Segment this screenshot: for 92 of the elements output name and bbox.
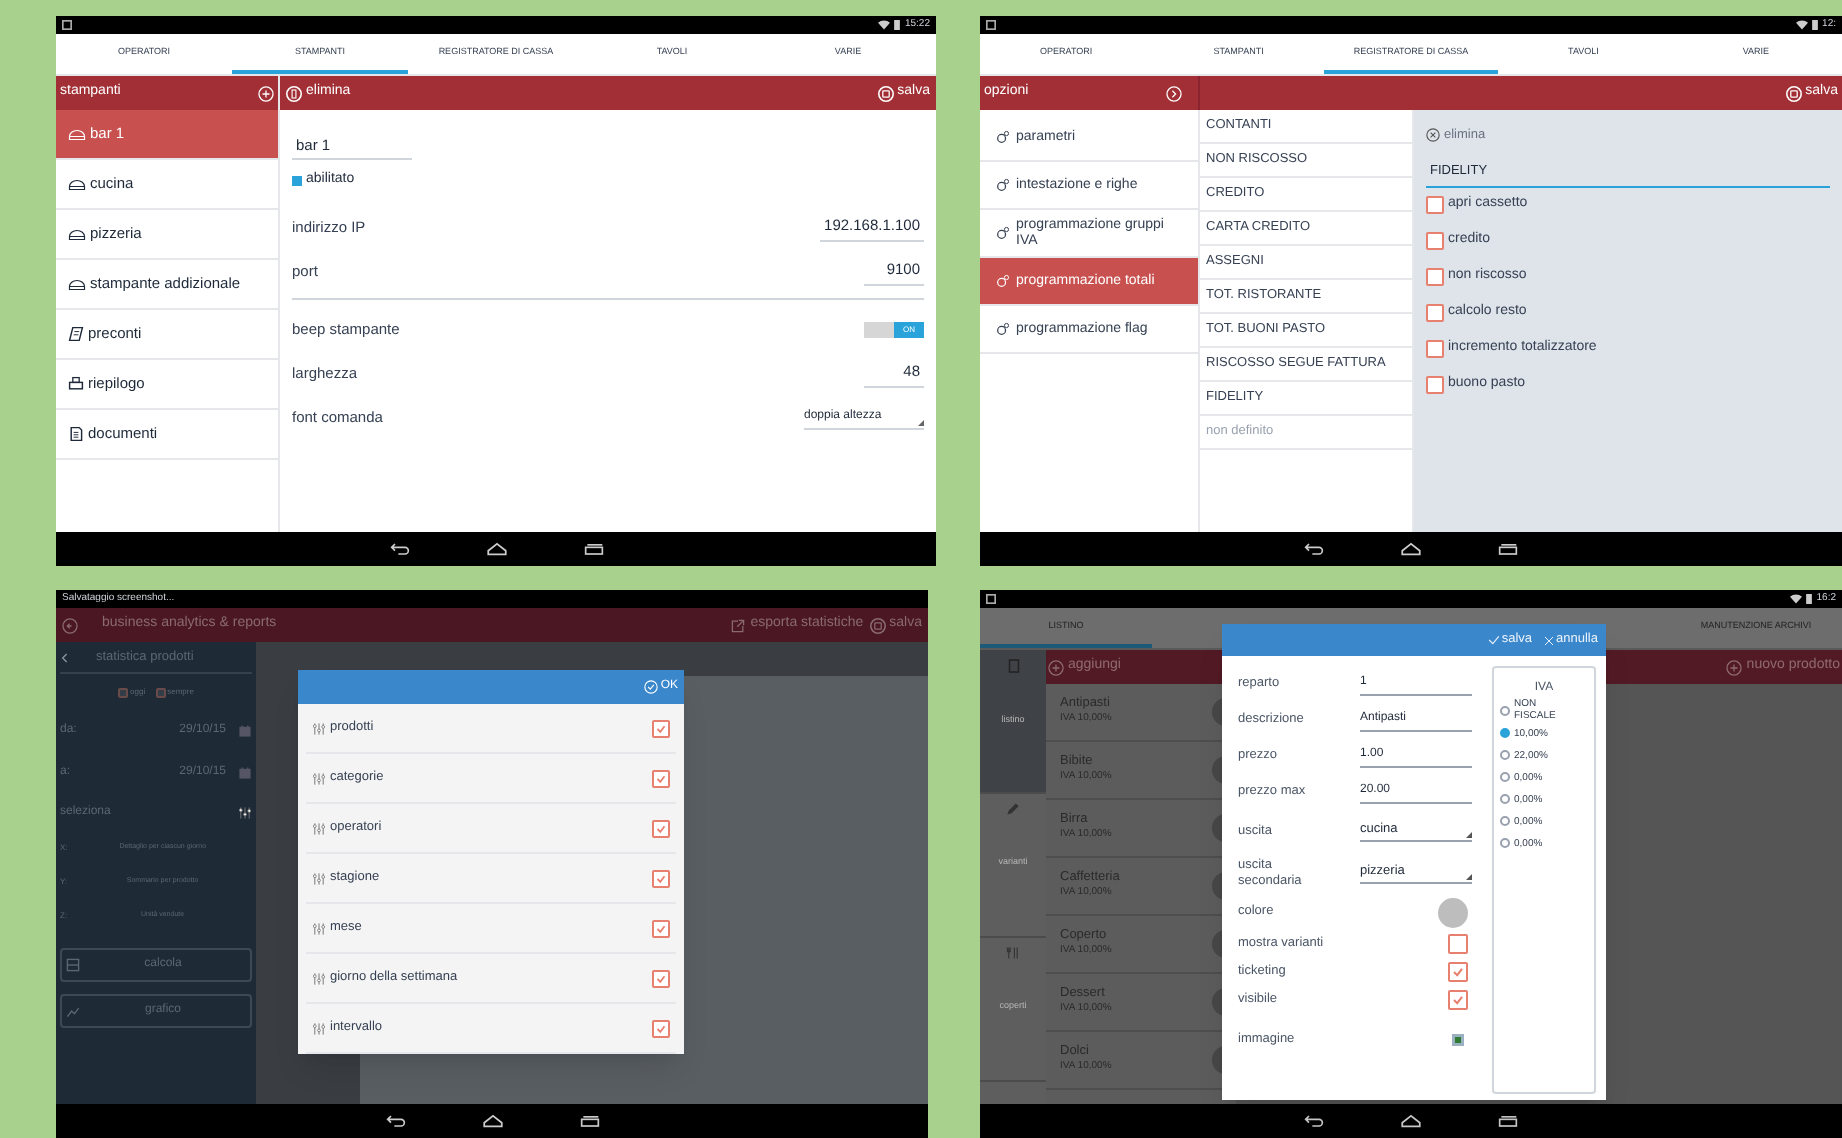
battery-icon xyxy=(894,20,901,30)
check-icon xyxy=(644,680,659,694)
save-icon xyxy=(1785,85,1802,101)
radio-button[interactable] xyxy=(1500,750,1510,760)
dropdown-corner-icon xyxy=(1466,832,1472,839)
check-icon xyxy=(654,771,668,785)
check-icon xyxy=(654,821,668,835)
radio-button[interactable] xyxy=(1500,794,1510,804)
checkbox[interactable] xyxy=(1426,340,1444,358)
sliders-icon xyxy=(312,871,326,885)
home-icon[interactable] xyxy=(485,542,507,556)
sliders-icon[interactable] xyxy=(238,805,252,819)
checkbox[interactable] xyxy=(1426,376,1444,394)
check-icon xyxy=(654,1021,668,1035)
add-icon xyxy=(1048,659,1064,675)
sliders-icon xyxy=(312,1021,326,1035)
dropdown-corner-icon xyxy=(918,419,924,425)
gear-icon xyxy=(996,322,1010,336)
checkbox[interactable] xyxy=(292,175,302,185)
calendar-icon[interactable] xyxy=(238,766,252,780)
image-icon[interactable] xyxy=(1452,1034,1464,1046)
checkbox[interactable] xyxy=(1448,962,1468,982)
checkbox[interactable] xyxy=(155,687,166,697)
save-icon xyxy=(877,85,894,101)
chart-icon xyxy=(66,1004,80,1018)
add-icon[interactable] xyxy=(258,85,274,101)
close-icon xyxy=(1544,635,1555,645)
delete-icon xyxy=(1426,128,1440,143)
checkbox[interactable] xyxy=(118,687,129,697)
radio-button[interactable] xyxy=(1500,728,1510,738)
calendar-icon[interactable] xyxy=(238,724,252,738)
sliders-icon xyxy=(312,721,326,735)
gear-icon xyxy=(996,274,1010,288)
sliders-icon xyxy=(312,771,326,785)
add-icon xyxy=(1726,659,1743,675)
recents-icon[interactable] xyxy=(1498,1114,1518,1128)
checkbox[interactable] xyxy=(1448,934,1468,954)
checkbox[interactable] xyxy=(652,869,670,887)
radio-button[interactable] xyxy=(1500,816,1510,826)
radio-button[interactable] xyxy=(1500,772,1510,782)
export-icon xyxy=(730,617,747,633)
save-icon xyxy=(869,617,886,633)
checkbox[interactable] xyxy=(652,969,670,987)
calculator-icon xyxy=(66,958,80,972)
pencil-icon xyxy=(1006,802,1020,816)
gear-icon xyxy=(996,130,1010,144)
home-icon[interactable] xyxy=(1400,542,1422,556)
home-icon[interactable] xyxy=(1400,1114,1422,1128)
battery-icon xyxy=(1806,594,1813,604)
sliders-icon xyxy=(312,821,326,835)
gear-icon xyxy=(996,178,1010,192)
check-icon xyxy=(1487,634,1500,646)
checkbox[interactable] xyxy=(652,719,670,737)
checkbox[interactable] xyxy=(1426,196,1444,214)
checkbox[interactable] xyxy=(1426,268,1444,286)
document-icon xyxy=(68,426,84,442)
check-icon xyxy=(654,721,668,735)
checkbox[interactable] xyxy=(652,819,670,837)
checkbox[interactable] xyxy=(1448,990,1468,1010)
forward-icon[interactable] xyxy=(1166,85,1182,101)
check-icon xyxy=(654,971,668,985)
wifi-icon xyxy=(1796,20,1809,30)
home-icon[interactable] xyxy=(481,1114,503,1128)
printer-icon xyxy=(68,376,84,392)
radio-button[interactable] xyxy=(1500,705,1510,715)
battery-icon xyxy=(1812,20,1819,30)
document-icon xyxy=(1007,658,1019,674)
receipt-icon xyxy=(68,326,84,342)
printer-icon xyxy=(68,127,86,141)
cutlery-icon xyxy=(1006,946,1020,960)
printer-icon xyxy=(68,177,86,191)
recents-icon[interactable] xyxy=(583,542,603,556)
sliders-icon xyxy=(312,921,326,935)
checkbox[interactable] xyxy=(1426,304,1444,322)
dropdown-corner-icon xyxy=(1466,874,1472,881)
wifi-icon xyxy=(878,20,891,30)
checkbox[interactable] xyxy=(652,919,670,937)
color-swatch[interactable] xyxy=(1438,897,1468,927)
wifi-icon xyxy=(1790,594,1803,604)
gear-icon xyxy=(996,226,1010,240)
recents-icon[interactable] xyxy=(579,1114,599,1128)
printer-icon xyxy=(68,277,86,291)
checkbox[interactable] xyxy=(652,1019,670,1037)
printer-icon xyxy=(68,227,86,241)
recents-icon[interactable] xyxy=(1498,542,1518,556)
sliders-icon xyxy=(312,971,326,985)
check-icon xyxy=(654,871,668,885)
checkbox[interactable] xyxy=(652,769,670,787)
radio-button[interactable] xyxy=(1500,838,1510,848)
check-icon xyxy=(654,921,668,935)
checkbox[interactable] xyxy=(1426,232,1444,250)
delete-icon xyxy=(286,85,302,101)
